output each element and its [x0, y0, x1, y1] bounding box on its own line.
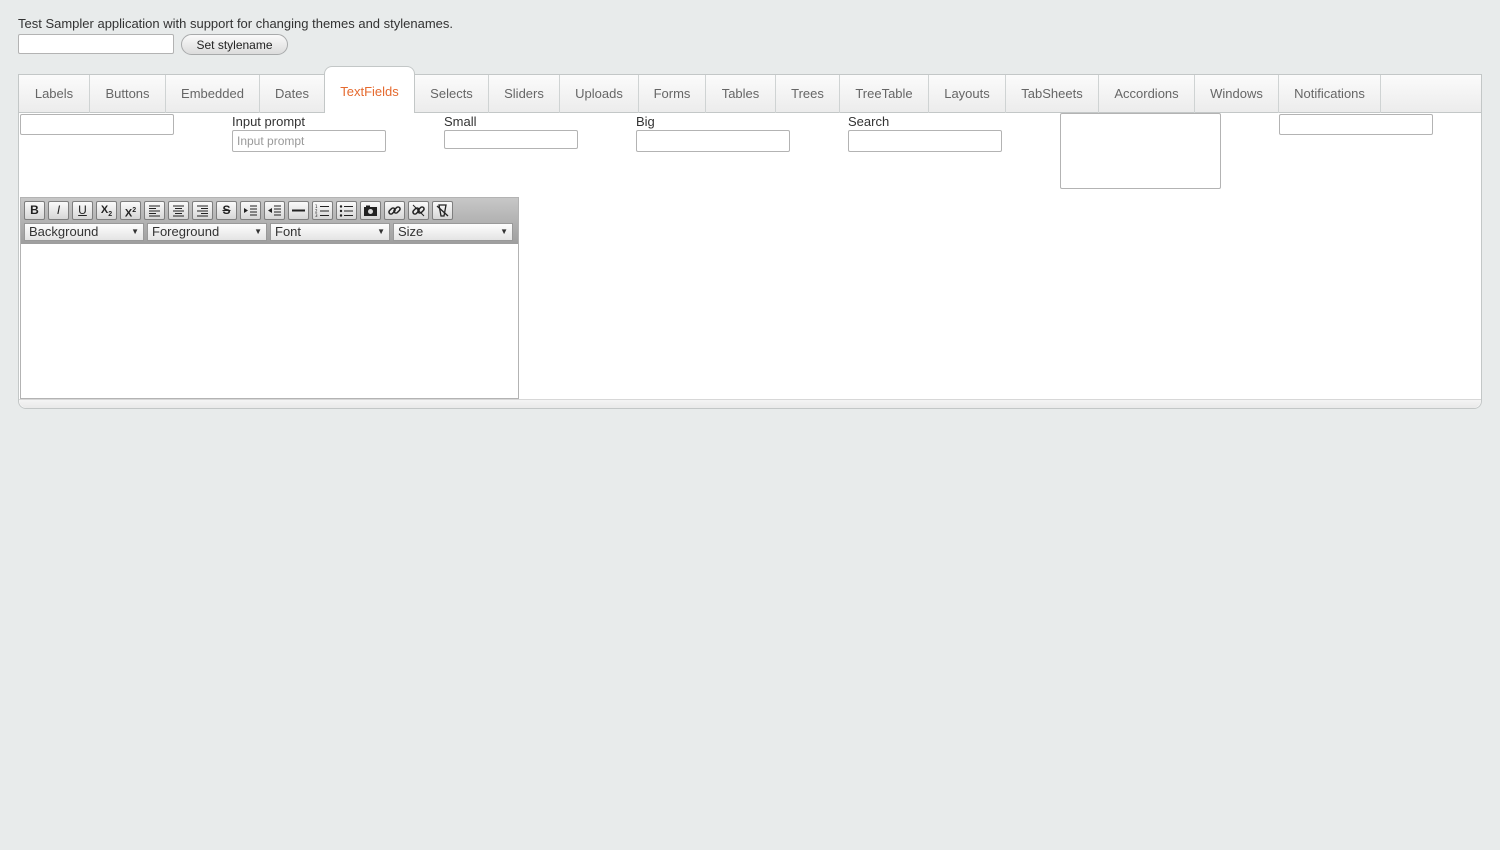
textarea[interactable] [1060, 113, 1221, 189]
unordered-list-icon[interactable] [336, 201, 357, 220]
chevron-down-icon: ▼ [131, 227, 139, 236]
tab-uploads[interactable]: Uploads [560, 75, 639, 113]
tab-tables[interactable]: Tables [706, 75, 776, 113]
component-tabsheet: Labels Buttons Embedded Dates TextFields… [18, 66, 1482, 409]
outdent-icon[interactable] [264, 201, 285, 220]
tab-embedded[interactable]: Embedded [166, 75, 260, 113]
background-select-label: Background [29, 224, 99, 239]
font-select[interactable]: Font ▼ [270, 223, 390, 241]
subscript-icon[interactable]: X2 [96, 201, 117, 220]
tab-bar: Labels Buttons Embedded Dates TextFields… [18, 66, 1482, 114]
strikethrough-icon[interactable]: S [216, 201, 237, 220]
tabsheet-footer [19, 399, 1481, 408]
rich-text-toolbar: B I U X2 X2 S 1 2 3 Background ▼ Foregro… [21, 198, 518, 244]
size-select-label: Size [398, 224, 424, 239]
tab-layouts[interactable]: Layouts [929, 75, 1006, 113]
tab-tabsheets[interactable]: TabSheets [1006, 75, 1099, 113]
search-label: Search [848, 114, 890, 129]
underline-icon[interactable]: U [72, 201, 93, 220]
tab-forms[interactable]: Forms [639, 75, 706, 113]
foreground-color-select[interactable]: Foreground ▼ [147, 223, 267, 241]
background-color-select[interactable]: Background ▼ [24, 223, 144, 241]
rich-text-editor-area[interactable] [21, 244, 518, 398]
plain-textfield[interactable] [20, 114, 174, 135]
input-prompt-field[interactable] [232, 130, 386, 152]
input-prompt-label: Input prompt [232, 114, 305, 129]
set-stylename-button[interactable]: Set stylename [181, 34, 288, 55]
tab-buttons[interactable]: Buttons [90, 75, 166, 113]
insert-image-icon[interactable] [360, 201, 381, 220]
search-textfield[interactable] [848, 130, 1002, 152]
font-select-label: Font [275, 224, 302, 239]
tab-windows[interactable]: Windows [1195, 75, 1279, 113]
tab-accordions[interactable]: Accordions [1099, 75, 1195, 113]
remove-format-icon[interactable] [432, 201, 453, 220]
tab-treetable[interactable]: TreeTable [840, 75, 929, 113]
chevron-down-icon: ▼ [500, 227, 508, 236]
small-label: Small [444, 114, 477, 129]
remove-link-icon[interactable] [408, 201, 429, 220]
tab-textfields[interactable]: TextFields [324, 66, 415, 114]
italic-icon[interactable]: I [48, 201, 69, 220]
svg-text:3: 3 [315, 213, 318, 217]
tab-sliders[interactable]: Sliders [489, 75, 560, 113]
stylename-input[interactable] [18, 34, 174, 54]
superscript-icon[interactable]: X2 [120, 201, 141, 220]
tab-dates[interactable]: Dates [260, 75, 325, 113]
tab-trees[interactable]: Trees [776, 75, 840, 113]
indent-icon[interactable] [240, 201, 261, 220]
tab-labels[interactable]: Labels [19, 75, 90, 113]
tab-content: Input prompt Small Big Search B I U X2 X… [18, 113, 1482, 409]
tab-notifications[interactable]: Notifications [1279, 75, 1381, 113]
big-textfield[interactable] [636, 130, 790, 152]
size-select[interactable]: Size ▼ [393, 223, 513, 241]
big-label: Big [636, 114, 655, 129]
bold-icon[interactable]: B [24, 201, 45, 220]
ordered-list-icon[interactable]: 123 [312, 201, 333, 220]
tab-selects[interactable]: Selects [415, 75, 489, 113]
link-icon[interactable] [384, 201, 405, 220]
chevron-down-icon: ▼ [254, 227, 262, 236]
textfield-right[interactable] [1279, 114, 1433, 135]
foreground-select-label: Foreground [152, 224, 220, 239]
align-right-icon[interactable] [192, 201, 213, 220]
chevron-down-icon: ▼ [377, 227, 385, 236]
app-description: Test Sampler application with support fo… [18, 16, 454, 31]
rich-text-area: B I U X2 X2 S 1 2 3 Background ▼ Foregro… [20, 197, 519, 399]
horizontal-rule-icon[interactable] [288, 201, 309, 220]
align-left-icon[interactable] [144, 201, 165, 220]
small-textfield[interactable] [444, 130, 578, 149]
align-center-icon[interactable] [168, 201, 189, 220]
